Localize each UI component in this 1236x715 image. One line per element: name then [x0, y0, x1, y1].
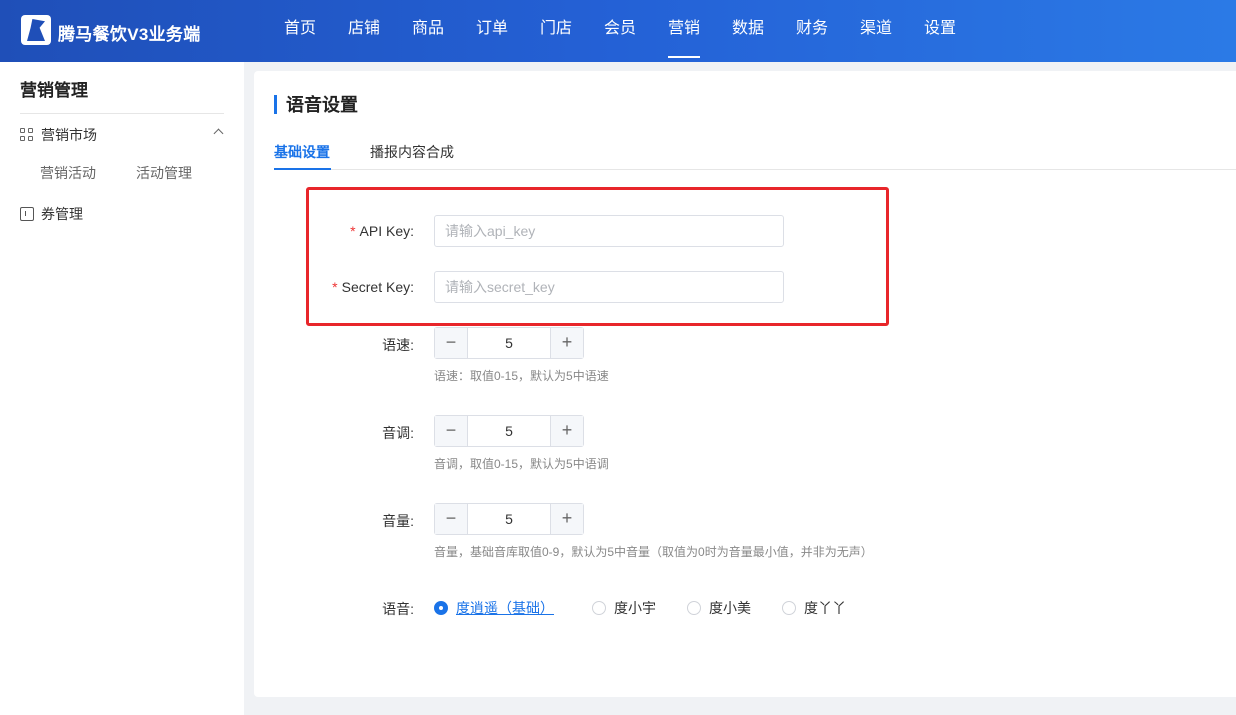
- speed-increment-button[interactable]: +: [550, 328, 583, 358]
- pitch-value[interactable]: 5: [468, 416, 550, 446]
- voice-label: 语音:: [382, 601, 414, 617]
- volume-label: 音量:: [382, 513, 414, 529]
- chevron-up-icon[interactable]: [213, 128, 224, 139]
- nav-item-home[interactable]: 首页: [268, 0, 332, 62]
- nav-item-marketing[interactable]: 营销: [652, 0, 716, 62]
- voice-option-duxiaoyao[interactable]: 度逍遥（基础）: [434, 598, 554, 618]
- nav-item-channels[interactable]: 渠道: [844, 0, 908, 62]
- radio-checked-icon: [434, 601, 448, 615]
- sidebar-group-label: 券管理: [41, 206, 83, 222]
- nav-item-stores[interactable]: 门店: [524, 0, 588, 62]
- volume-decrement-button[interactable]: −: [435, 504, 468, 534]
- sidebar-title: 营销管理: [20, 81, 88, 100]
- speed-stepper: − 5 +: [434, 327, 584, 359]
- sidebar-divider: [20, 113, 224, 114]
- volume-stepper: − 5 +: [434, 503, 584, 535]
- volume-increment-button[interactable]: +: [550, 504, 583, 534]
- voice-option-duxiaomei[interactable]: 度小美: [687, 598, 751, 618]
- nav-item-data[interactable]: 数据: [716, 0, 780, 62]
- top-header: 腾马餐饮V3业务端 首页 店铺 商品 订单 门店 会员 营销 数据 财务 渠道 …: [0, 0, 1236, 62]
- sidebar-group-coupons[interactable]: 券管理: [20, 203, 224, 225]
- page-title: 语音设置: [274, 95, 358, 115]
- voice-option-duyaya[interactable]: 度丫丫: [782, 598, 846, 618]
- nav-item-orders[interactable]: 订单: [460, 0, 524, 62]
- pitch-stepper: − 5 +: [434, 415, 584, 447]
- speed-value[interactable]: 5: [468, 328, 550, 358]
- grid-icon: [20, 128, 34, 142]
- brand-name: 腾马餐饮V3业务端: [58, 25, 201, 44]
- speed-hint: 语速：取值0-15，默认为5中语速: [434, 369, 609, 383]
- speed-label: 语速:: [382, 337, 414, 353]
- highlight-box: [306, 187, 889, 326]
- radio-unchecked-icon: [592, 601, 606, 615]
- sidebar-item-activity-management[interactable]: 活动管理: [136, 163, 192, 183]
- pitch-decrement-button[interactable]: −: [435, 416, 468, 446]
- brand-logo-icon[interactable]: [21, 15, 51, 45]
- voice-radio-group: 度逍遥（基础） 度小宇 度小美 度丫丫: [434, 598, 846, 618]
- tabs-divider: [274, 169, 1236, 170]
- radio-unchecked-icon: [782, 601, 796, 615]
- pitch-increment-button[interactable]: +: [550, 416, 583, 446]
- sidebar-group-label: 营销市场: [41, 127, 97, 143]
- sidebar-item-marketing-activities[interactable]: 营销活动: [40, 163, 96, 183]
- volume-value[interactable]: 5: [468, 504, 550, 534]
- nav-item-products[interactable]: 商品: [396, 0, 460, 62]
- ticket-icon: [20, 207, 34, 221]
- tab-basic-settings[interactable]: 基础设置: [274, 142, 330, 162]
- sidebar: 营销管理 营销市场 营销活动 活动管理 券管理: [0, 62, 244, 715]
- sidebar-group-marketing-market[interactable]: 营销市场: [20, 124, 224, 146]
- main-panel: 语音设置 基础设置 播报内容合成 *API Key: *Secret Key: …: [254, 71, 1236, 697]
- nav-item-members[interactable]: 会员: [588, 0, 652, 62]
- radio-unchecked-icon: [687, 601, 701, 615]
- pitch-hint: 音调，取值0-15，默认为5中语调: [434, 457, 609, 471]
- tab-broadcast-synthesis[interactable]: 播报内容合成: [370, 142, 454, 162]
- nav-item-finance[interactable]: 财务: [780, 0, 844, 62]
- volume-hint: 音量，基础音库取值0-9，默认为5中音量（取值为0时为音量最小值，并非为无声）: [434, 545, 873, 559]
- nav-item-settings[interactable]: 设置: [908, 0, 972, 62]
- main-nav: 首页 店铺 商品 订单 门店 会员 营销 数据 财务 渠道 设置: [268, 0, 972, 62]
- pitch-label: 音调:: [382, 425, 414, 441]
- nav-item-shop[interactable]: 店铺: [332, 0, 396, 62]
- voice-option-duxiaoyu[interactable]: 度小宇: [592, 598, 656, 618]
- speed-decrement-button[interactable]: −: [435, 328, 468, 358]
- active-tab-indicator: [274, 168, 331, 170]
